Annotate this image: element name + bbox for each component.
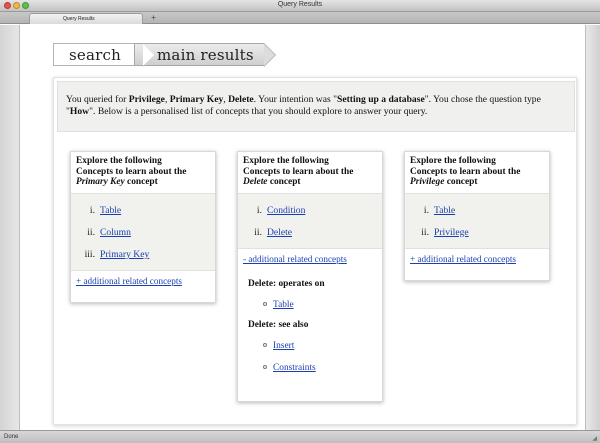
related-list: Insert Constraints <box>238 335 382 379</box>
related-link-constraints[interactable]: Constraints <box>273 363 316 373</box>
card-heading-line: Concepts to learn about the <box>243 166 354 177</box>
additional-concepts-link[interactable]: - additional related concepts <box>243 254 347 264</box>
status-text: Done <box>4 434 19 440</box>
summary-text: . Your intention was " <box>253 94 338 105</box>
related-heading-operates-on: Delete: operates on <box>248 278 325 289</box>
summary-text: ". Below is a personalised list of conce… <box>89 106 428 117</box>
bullet-icon <box>263 365 267 370</box>
list-item: ii. Delete <box>238 222 382 244</box>
bullet-icon <box>263 302 267 307</box>
window-title: Query Results <box>277 1 323 8</box>
breadcrumb-main-results-label: main results <box>157 45 254 64</box>
card-concept-name: Privilege <box>410 177 445 187</box>
window-titlebar: Query Results <box>0 0 600 12</box>
card-concept-name: Primary Key <box>76 177 125 187</box>
card-heading-line: Privilege concept <box>410 177 543 188</box>
query-summary: You queried for Privilege, Primary Key, … <box>57 81 575 132</box>
summary-text: You queried for <box>66 94 129 105</box>
related-link-table[interactable]: Table <box>273 300 294 310</box>
card-heading-line: Explore the following <box>243 156 329 166</box>
window-frame-left <box>0 25 20 430</box>
list-item: ii. Column <box>71 222 215 244</box>
list-item: iii. Primary Key <box>71 244 215 266</box>
card-heading: Explore the following Concepts to learn … <box>238 152 382 193</box>
resize-grip-icon[interactable]: ◢ <box>592 435 597 442</box>
concept-link-privilege[interactable]: Privilege <box>434 227 469 238</box>
card-heading-line: Primary Key concept <box>76 177 209 188</box>
card-heading-line: Concepts to learn about the <box>76 166 187 177</box>
related-list: Table <box>238 294 382 316</box>
card-heading-tail: concept <box>124 177 158 187</box>
results-panel: You queried for Privilege, Primary Key, … <box>53 77 577 425</box>
list-number: ii. <box>87 227 95 238</box>
list-item: Insert <box>238 335 382 357</box>
related-heading-see-also: Delete: see also <box>248 319 309 330</box>
concept-card-primary-key: Explore the following Concepts to learn … <box>70 151 216 303</box>
additional-concepts-toggle: - additional related concepts <box>238 249 382 269</box>
card-heading-tail: concept <box>267 177 301 187</box>
card-concept-name: Delete <box>243 177 268 187</box>
list-item: i. Table <box>405 200 549 222</box>
additional-concepts-toggle: + additional related concepts <box>405 249 549 269</box>
breadcrumb-search[interactable]: search <box>53 43 155 67</box>
card-heading-line: Explore the following <box>410 156 496 166</box>
concept-list: i. Table ii. Column iii. Primary Key <box>71 192 215 271</box>
card-heading-line: Explore the following <box>76 156 162 166</box>
related-concepts: Delete: operates on Table Delete: see al… <box>238 269 382 383</box>
concept-card-delete: Explore the following Concepts to learn … <box>237 151 383 402</box>
additional-concepts-toggle: + additional related concepts <box>71 271 215 291</box>
list-item: i. Table <box>71 200 215 222</box>
list-item: i. Condition <box>238 200 382 222</box>
concept-link-primary-key[interactable]: Primary Key <box>100 249 149 260</box>
list-number: ii. <box>254 227 262 238</box>
list-number: ii. <box>421 227 429 238</box>
concept-link-table[interactable]: Table <box>100 205 121 216</box>
related-link-insert[interactable]: Insert <box>273 341 294 351</box>
concept-list: i. Condition ii. Delete <box>238 192 382 249</box>
tab-bar: Query Results + <box>0 12 600 33</box>
page-viewport: search main results You queried for Priv… <box>21 25 585 430</box>
new-tab-button[interactable]: + <box>147 13 160 23</box>
concept-link-table[interactable]: Table <box>434 205 455 216</box>
list-number: i. <box>256 205 262 216</box>
summary-keyword: Privilege <box>128 94 165 105</box>
additional-concepts-link[interactable]: + additional related concepts <box>76 276 182 286</box>
summary-keyword: Delete <box>228 94 254 105</box>
status-bar: Done ◢ <box>0 430 600 443</box>
card-heading: Explore the following Concepts to learn … <box>71 152 215 193</box>
concept-link-condition[interactable]: Condition <box>267 205 305 216</box>
concept-link-delete[interactable]: Delete <box>267 227 292 238</box>
summary-intention: Setting up a database <box>337 94 425 105</box>
bullet-icon <box>263 343 267 348</box>
card-heading-line: Delete concept <box>243 177 376 188</box>
breadcrumb-search-label: search <box>69 45 121 64</box>
list-number: iii. <box>84 249 95 260</box>
tab-query-results[interactable]: Query Results <box>29 13 143 24</box>
additional-concepts-link[interactable]: + additional related concepts <box>410 254 516 264</box>
window-frame-right <box>585 25 600 430</box>
card-heading-tail: concept <box>444 177 478 187</box>
concept-link-column[interactable]: Column <box>100 227 131 238</box>
summary-keyword: Primary Key <box>169 94 224 105</box>
card-heading: Explore the following Concepts to learn … <box>405 152 549 193</box>
list-item: Constraints <box>238 357 382 379</box>
list-item: ii. Privilege <box>405 222 549 244</box>
list-number: i. <box>89 205 95 216</box>
card-heading-line: Concepts to learn about the <box>410 166 521 177</box>
list-number: i. <box>423 205 429 216</box>
concept-card-privilege: Explore the following Concepts to learn … <box>404 151 550 281</box>
concept-list: i. Table ii. Privilege <box>405 192 549 249</box>
list-item: Table <box>238 294 382 316</box>
summary-question-type: How <box>69 106 90 117</box>
